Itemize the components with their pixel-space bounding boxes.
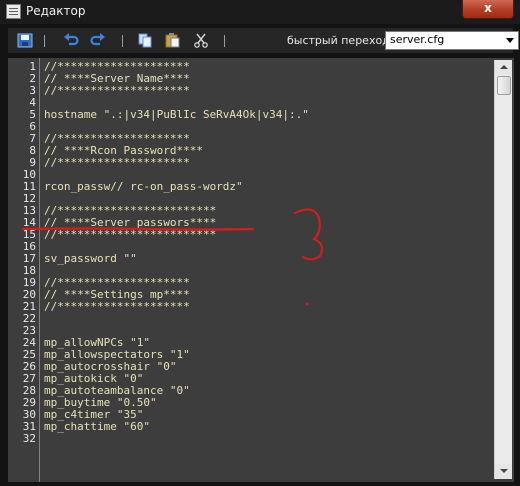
vertical-scrollbar[interactable] <box>494 60 512 479</box>
line-number: 32 <box>22 432 36 445</box>
code-line[interactable]: rcon_passw// rc-on_pass-wordz" <box>44 181 492 193</box>
quick-goto-select[interactable]: server.cfg <box>385 31 519 50</box>
save-icon[interactable] <box>17 33 33 48</box>
editor-window: Редактор x быстрый переход: server.cfg 1… <box>0 0 520 486</box>
editor-app-icon <box>6 4 21 19</box>
code-line[interactable]: //******************** <box>44 85 492 97</box>
code-line[interactable] <box>44 433 492 445</box>
scrollbar-thumb[interactable] <box>497 76 511 95</box>
code-line[interactable]: hostname ".:|v34|PuBlIc SeRvA4Ok|v34|:." <box>44 109 492 121</box>
code-line[interactable]: //******************** <box>44 157 492 169</box>
scroll-down-arrow-icon[interactable] <box>495 464 512 479</box>
undo-icon[interactable] <box>63 33 79 48</box>
window-title: Редактор <box>26 4 86 18</box>
toolbar-separator <box>224 35 225 47</box>
toolbar-separator <box>44 35 45 47</box>
code-line[interactable]: //************************ <box>44 229 492 241</box>
close-button[interactable]: x <box>462 0 514 19</box>
code-editor[interactable]: 1 2 3 4 5 6 7 8 9 10 11 12 13 14 15 16 17 18 19 20 21 22 23 24 2… <box>8 58 514 482</box>
redo-icon[interactable] <box>90 33 106 48</box>
code-line[interactable]: //******************** <box>44 301 492 313</box>
cut-icon[interactable] <box>193 33 209 48</box>
line-number-gutter: 1 2 3 4 5 6 7 8 9 10 11 12 13 14 15 16 17 18 19 20 21 22 23 24 2… <box>8 58 40 482</box>
toolbar: быстрый переход: server.cfg <box>8 28 519 53</box>
scroll-up-arrow-icon[interactable] <box>495 60 512 75</box>
code-text-area[interactable]: //********************// ****Server Name… <box>44 61 492 445</box>
title-bar[interactable]: Редактор x <box>0 0 520 24</box>
quick-goto-label: быстрый переход: <box>287 34 394 47</box>
copy-icon[interactable] <box>138 33 154 48</box>
toolbar-separator <box>122 35 123 47</box>
code-line[interactable]: mp_chattime "60" <box>44 421 492 433</box>
code-line[interactable]: sv_password "" <box>44 253 492 265</box>
quick-goto-value: server.cfg <box>390 33 445 46</box>
paste-icon[interactable] <box>165 33 181 48</box>
code-line[interactable] <box>44 313 492 325</box>
chevron-down-icon[interactable] <box>506 38 514 43</box>
